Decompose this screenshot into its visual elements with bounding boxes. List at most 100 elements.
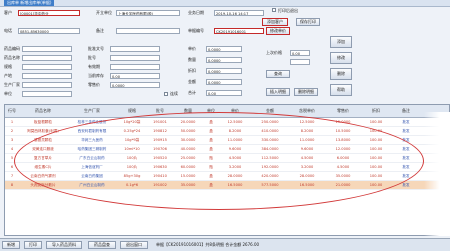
col-header[interactable]: 药品名称 bbox=[19, 105, 67, 117]
table-cell: 8.2000 bbox=[228, 129, 242, 133]
delete-row-button[interactable]: 删除明细 bbox=[294, 88, 318, 96]
col-header[interactable]: 含税单价 bbox=[289, 105, 325, 117]
table-cell: 阿莫西林胶囊(利君) bbox=[27, 129, 59, 133]
remark-field[interactable] bbox=[116, 28, 180, 34]
origin-label: 产地 bbox=[4, 73, 12, 78]
table-cell: 1 bbox=[10, 120, 14, 124]
table-cell: 盒 bbox=[209, 138, 213, 142]
col-header[interactable]: 单价 bbox=[219, 105, 251, 117]
col-header[interactable]: 批号 bbox=[147, 105, 173, 117]
last-price-label: 上次价格 bbox=[266, 50, 282, 55]
batch-field[interactable] bbox=[110, 55, 160, 61]
col-header[interactable]: 生产厂家 bbox=[67, 105, 117, 117]
document-tab[interactable]: 出库单 新增出库单(单据) bbox=[4, 0, 55, 6]
spec-field[interactable] bbox=[22, 64, 72, 70]
table-row[interactable]: 8 头孢克肟分散片 广州白云山制药 0.1g*6 191002 35.0000 盒 16.50… bbox=[5, 181, 449, 190]
table-cell: 28.0000 bbox=[299, 174, 315, 178]
price-field[interactable]: 0.0000 bbox=[206, 46, 242, 52]
expiry-label: 有效期 bbox=[88, 64, 100, 69]
modify-price-button[interactable]: 修改单价 bbox=[266, 27, 290, 35]
table-cell: 25.0000 bbox=[180, 156, 196, 160]
table-cell: 批发 bbox=[402, 138, 410, 142]
col-header[interactable]: 零售价 bbox=[325, 105, 361, 117]
qty-label: 数量 bbox=[188, 57, 196, 62]
side-button-help[interactable]: 帮助 bbox=[330, 84, 352, 96]
customer-label: 客户 bbox=[4, 10, 12, 15]
table-cell: 384.0000 bbox=[261, 147, 279, 151]
customer-field[interactable]: [00001]华中药业 bbox=[18, 10, 80, 16]
table-cell: 华润三九医药 bbox=[81, 138, 103, 142]
table-row[interactable]: 7 云南白药气雾剂 云南白药集团 85g+30g 190410 15.0000 盒 28.00… bbox=[5, 172, 449, 181]
table-cell: 4.5000 bbox=[300, 156, 314, 160]
table-cell: 330.0000 bbox=[261, 138, 279, 142]
query-button[interactable]: 查询 bbox=[266, 70, 290, 78]
side-button-delete[interactable]: 删除 bbox=[330, 68, 352, 80]
table-cell: 192.0000 bbox=[261, 165, 279, 169]
qty-field[interactable]: 0.0000 bbox=[206, 57, 242, 63]
print-button[interactable]: 打印 bbox=[24, 241, 42, 249]
product-code-field[interactable] bbox=[22, 46, 72, 52]
print-exit-checkbox[interactable] bbox=[272, 8, 276, 12]
inventory-button[interactable]: 药品盘查 bbox=[88, 241, 116, 249]
manufacturer-field[interactable] bbox=[22, 82, 72, 88]
add-customer-button[interactable]: 添加客户 bbox=[262, 18, 288, 26]
table-cell: 0.1g*6 bbox=[125, 183, 139, 187]
discount-field[interactable]: 0.0000 bbox=[206, 68, 242, 74]
date-field[interactable]: 2019-10-16 14:17 bbox=[214, 10, 264, 16]
table-cell: 批发 bbox=[402, 129, 410, 133]
table-cell: 28.0000 bbox=[227, 174, 243, 178]
approval-field[interactable] bbox=[110, 46, 160, 52]
table-row[interactable]: 6 维生素C片 上海信谊药厂 100片 190630 60.0000 瓶 3.2000 192.… bbox=[5, 163, 449, 172]
col-header[interactable]: 金额 bbox=[251, 105, 289, 117]
exit-button[interactable]: 退出窗口 bbox=[120, 241, 148, 249]
amount-field: 0.0000 bbox=[206, 79, 242, 85]
table-cell: 批发 bbox=[402, 165, 410, 169]
table-cell: 4.5000 bbox=[336, 165, 350, 169]
docno-label: 单据编号 bbox=[188, 28, 204, 33]
side-button-edit[interactable]: 修改 bbox=[330, 52, 352, 64]
table-cell: 100.00 bbox=[369, 156, 383, 160]
save-print-button[interactable]: 保存打印 bbox=[296, 18, 320, 26]
table-cell: 15.0000 bbox=[335, 120, 351, 124]
table-row[interactable]: 2 阿莫西林胶囊(利君) 西安利君制药有限 0.25g*24 190812 50.0000… bbox=[5, 127, 449, 136]
col-header[interactable]: 行号 bbox=[5, 105, 19, 117]
table-cell: 批发 bbox=[402, 174, 410, 178]
product-name-field[interactable] bbox=[22, 55, 72, 61]
expiry-field[interactable] bbox=[110, 64, 160, 70]
table-row[interactable]: 4 双黄连口服液 哈药集团三精制药 10ml*10 190706 40.0000 盒 9.60… bbox=[5, 145, 449, 154]
docno-field[interactable]: CK20191016001 bbox=[214, 28, 264, 34]
origin-field[interactable] bbox=[22, 73, 72, 79]
unit-field[interactable]: 上海长宇医药有限(股) bbox=[116, 10, 180, 16]
col-header[interactable]: 备注 bbox=[391, 105, 421, 117]
table-cell: 10.5000 bbox=[335, 129, 351, 133]
table-row[interactable]: 3 感冒灵颗粒 华润三九医药 10g*9袋 190915 30.0000 盒 11.0000 3… bbox=[5, 136, 449, 145]
table-cell: 盒 bbox=[209, 183, 213, 187]
new-button[interactable]: 新增 bbox=[2, 241, 20, 249]
import-button[interactable]: 导入药品资料 bbox=[46, 241, 82, 249]
table-cell: 盒 bbox=[209, 129, 213, 133]
col-header[interactable]: 规格 bbox=[117, 105, 147, 117]
table-cell: 桂林三金药业股份 bbox=[77, 120, 107, 124]
side-button-add[interactable]: 添加 bbox=[330, 36, 352, 48]
table-cell: 190520 bbox=[153, 156, 167, 160]
measure-unit-label: 单位 bbox=[4, 91, 12, 96]
col-header[interactable]: 数量 bbox=[173, 105, 203, 117]
blurred-edge bbox=[424, 112, 450, 236]
last-price-field: 0.00 bbox=[290, 50, 310, 56]
table-row[interactable]: 1 板蓝根颗粒 桂林三金药业股份 10g*20袋 191001 20.0000 盒 12.50… bbox=[5, 118, 449, 127]
col-header[interactable]: 单位 bbox=[203, 105, 219, 117]
table-cell: 3.2000 bbox=[300, 165, 314, 169]
table-cell: 11.0000 bbox=[227, 138, 243, 142]
retail-field[interactable]: 0.0000 bbox=[110, 82, 160, 88]
stock-label: 当前库存 bbox=[88, 73, 104, 78]
col-header[interactable]: 折扣 bbox=[361, 105, 391, 117]
continuous-checkbox[interactable] bbox=[164, 92, 168, 96]
insert-row-button[interactable]: 插入明细 bbox=[266, 88, 290, 96]
detail-table[interactable]: 行号 药品名称 生产厂家 规格 批号 数量 单位 单价 金额 含税单价 零售价 … bbox=[4, 104, 450, 236]
table-cell: 191002 bbox=[153, 183, 167, 187]
table-row[interactable]: 5 复方甘草片 广东白云山制药 100片 190520 25.0000 瓶 4.5000 112… bbox=[5, 154, 449, 163]
table-cell: 410.0000 bbox=[261, 129, 279, 133]
phone-field[interactable]: 0851-85630000 bbox=[18, 28, 80, 34]
measure-unit-field[interactable] bbox=[22, 91, 72, 97]
table-cell: 哈药集团三精制药 bbox=[77, 147, 107, 151]
